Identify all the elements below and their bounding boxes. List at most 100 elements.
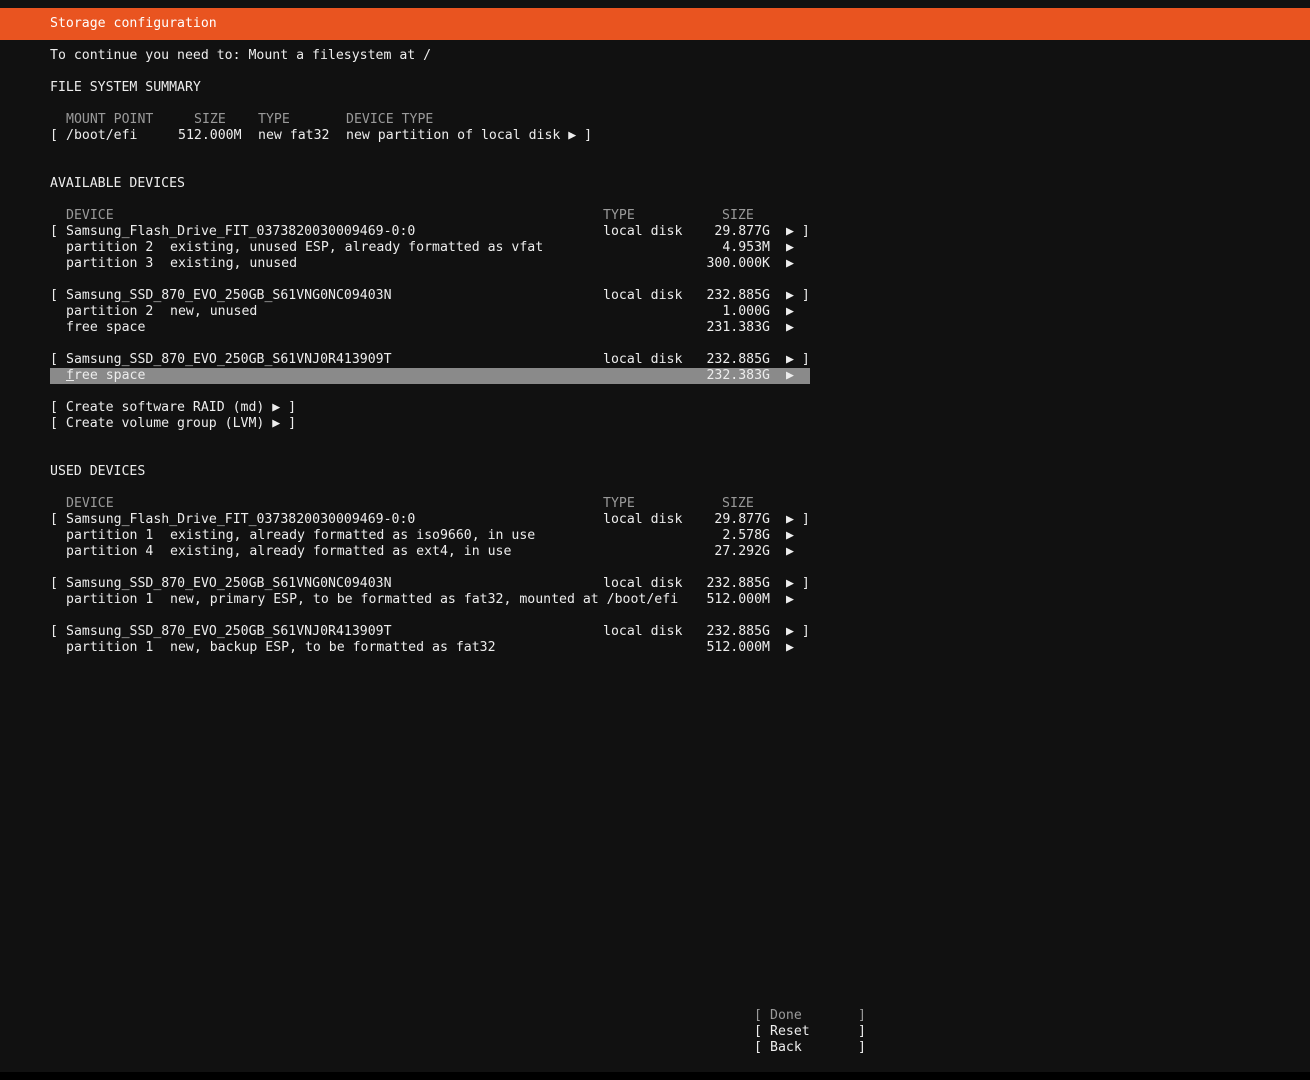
disk-size: 29.877G: [714, 224, 770, 239]
partition-label: partition 3: [66, 256, 154, 271]
used-col-size: SIZE: [722, 496, 754, 511]
partition-desc: new, primary ESP, to be formatted as fat…: [170, 592, 679, 607]
disk-name: Samsung_Flash_Drive_FIT_0373820030009469…: [66, 224, 416, 239]
disk-type: local disk: [603, 288, 683, 303]
fs-row-device-type: new partition of local disk ▶ ]: [346, 128, 593, 143]
disk-menu-arrow[interactable]: ▶ ]: [786, 512, 810, 528]
page-title: Storage configuration: [50, 16, 217, 31]
back-label: Back: [770, 1040, 802, 1055]
partition-label: partition 1: [66, 592, 154, 607]
free-space-menu-arrow[interactable]: ▶: [786, 320, 794, 336]
done-label: Done: [770, 1008, 802, 1023]
continue-notice: To continue you need to: Mount a filesys…: [50, 48, 432, 63]
reset-open-bracket: [: [754, 1024, 762, 1039]
partition-size: 300.000K: [706, 256, 770, 271]
free-space-size: 231.383G: [706, 320, 770, 335]
partition-menu-arrow[interactable]: ▶: [786, 240, 794, 256]
bottom-strip: [0, 1072, 1310, 1080]
partition-menu-arrow[interactable]: ▶: [786, 544, 794, 560]
disk-size: 232.885G: [706, 624, 770, 639]
avail-col-type: TYPE: [603, 208, 635, 223]
disk-type: local disk: [603, 512, 683, 527]
disk-type: local disk: [603, 624, 683, 639]
create-lvm-button[interactable]: [ Create volume group (LVM) ▶ ]: [50, 416, 296, 432]
disk-size: 232.885G: [706, 352, 770, 367]
disk-bracket: [: [50, 288, 58, 303]
avail-col-size: SIZE: [722, 208, 754, 223]
fs-row-type: new fat32: [258, 128, 330, 143]
fs-summary-heading: FILE SYSTEM SUMMARY: [50, 80, 201, 95]
fs-col-mount: MOUNT POINT: [66, 112, 154, 127]
partition-size: 2.578G: [722, 528, 770, 543]
disk-name: Samsung_SSD_870_EVO_250GB_S61VNJ0R413909…: [66, 352, 392, 367]
create-raid-button[interactable]: [ Create software RAID (md) ▶ ]: [50, 400, 296, 416]
disk-name: Samsung_SSD_870_EVO_250GB_S61VNG0NC09403…: [66, 288, 392, 303]
fs-col-device-type: DEVICE TYPE: [346, 112, 434, 127]
disk-menu-arrow[interactable]: ▶ ]: [786, 624, 810, 640]
free-space-label-rest: ree space: [73, 368, 146, 383]
partition-desc: existing, already formatted as ext4, in …: [170, 544, 512, 559]
free-space-label: free space: [66, 320, 146, 335]
partition-size: 512.000M: [706, 592, 770, 607]
disk-bracket: [: [50, 352, 58, 367]
back-close-bracket: ]: [858, 1040, 866, 1055]
disk-menu-arrow[interactable]: ▶ ]: [786, 288, 810, 304]
free-space-size: 232.383G: [706, 368, 770, 383]
top-strip: [0, 0, 1310, 8]
installer-screen: Storage configuration To continue you ne…: [0, 0, 1310, 1072]
used-col-type: TYPE: [603, 496, 635, 511]
disk-type: local disk: [603, 576, 683, 591]
reset-label: Reset: [770, 1024, 810, 1039]
disk-name: Samsung_Flash_Drive_FIT_0373820030009469…: [66, 512, 416, 527]
disk-bracket: [: [50, 624, 58, 639]
done-close-bracket: ]: [858, 1008, 866, 1023]
partition-menu-arrow[interactable]: ▶: [786, 592, 794, 608]
fs-row-bracket: [: [50, 128, 58, 143]
partition-desc: existing, already formatted as iso9660, …: [170, 528, 536, 543]
partition-label: partition 2: [66, 240, 154, 255]
partition-desc: new, unused: [170, 304, 258, 319]
partition-size: 1.000G: [722, 304, 770, 319]
avail-col-device: DEVICE: [66, 208, 114, 223]
disk-menu-arrow[interactable]: ▶ ]: [786, 352, 810, 368]
fs-row-mount: /boot/efi: [66, 128, 138, 143]
used-devices-heading: USED DEVICES: [50, 464, 146, 479]
partition-size: 4.953M: [722, 240, 770, 255]
back-open-bracket: [: [754, 1040, 762, 1055]
title-bar: Storage configuration: [0, 8, 1310, 40]
fs-row-size: 512.000M: [178, 128, 242, 143]
partition-label: partition 2: [66, 304, 154, 319]
partition-menu-arrow[interactable]: ▶: [786, 304, 794, 320]
disk-name: Samsung_SSD_870_EVO_250GB_S61VNG0NC09403…: [66, 576, 392, 591]
disk-name: Samsung_SSD_870_EVO_250GB_S61VNJ0R413909…: [66, 624, 392, 639]
disk-bracket: [: [50, 512, 58, 527]
fs-col-type: TYPE: [258, 112, 290, 127]
available-devices-heading: AVAILABLE DEVICES: [50, 176, 185, 191]
partition-size: 27.292G: [714, 544, 770, 559]
disk-menu-arrow[interactable]: ▶ ]: [786, 576, 810, 592]
disk-type: local disk: [603, 224, 683, 239]
disk-size: 232.885G: [706, 576, 770, 591]
disk-bracket: [: [50, 224, 58, 239]
partition-menu-arrow[interactable]: ▶: [786, 528, 794, 544]
partition-desc: existing, unused ESP, already formatted …: [170, 240, 544, 255]
done-open-bracket: [: [754, 1008, 762, 1023]
text-cursor: f: [66, 368, 74, 383]
disk-menu-arrow[interactable]: ▶ ]: [786, 224, 810, 240]
disk-size: 232.885G: [706, 288, 770, 303]
partition-label: partition 1: [66, 528, 154, 543]
used-col-device: DEVICE: [66, 496, 114, 511]
partition-menu-arrow[interactable]: ▶: [786, 640, 794, 656]
disk-size: 29.877G: [714, 512, 770, 527]
partition-label: partition 4: [66, 544, 154, 559]
partition-size: 512.000M: [706, 640, 770, 655]
free-space-menu-arrow[interactable]: ▶: [786, 368, 794, 384]
partition-label: partition 1: [66, 640, 154, 655]
disk-type: local disk: [603, 352, 683, 367]
free-space-label: free space: [66, 368, 145, 384]
partition-desc: existing, unused: [170, 256, 298, 271]
disk-bracket: [: [50, 576, 58, 591]
reset-close-bracket: ]: [858, 1024, 866, 1039]
partition-desc: new, backup ESP, to be formatted as fat3…: [170, 640, 496, 655]
partition-menu-arrow[interactable]: ▶: [786, 256, 794, 272]
